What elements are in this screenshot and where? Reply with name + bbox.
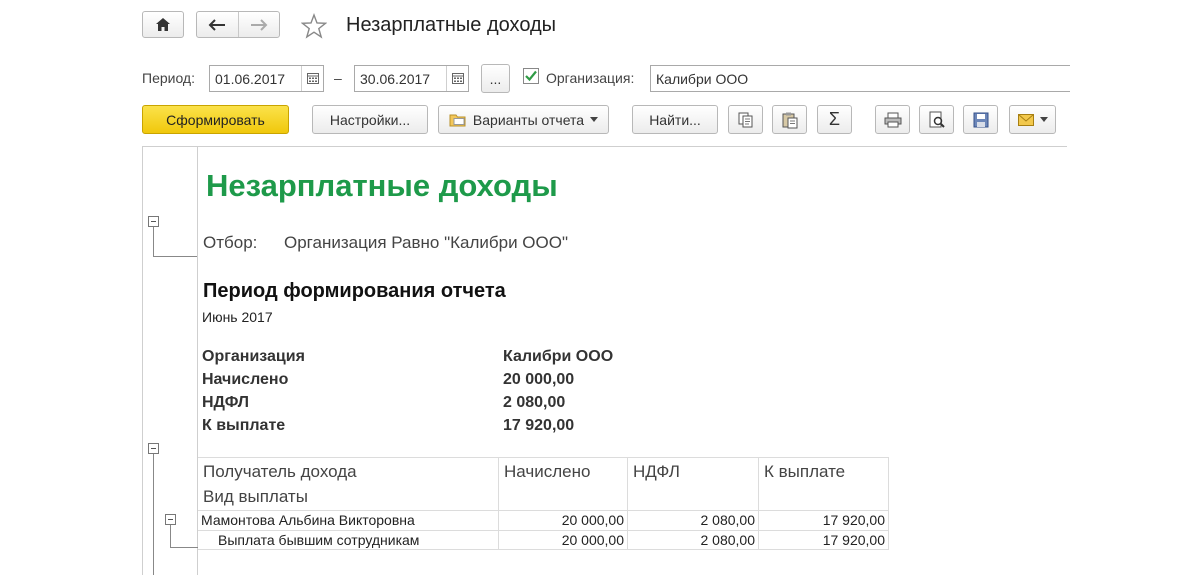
forward-button[interactable] [239, 12, 280, 37]
calendar-icon [306, 73, 319, 84]
print-preview-icon [929, 111, 945, 128]
table-grid-line [198, 549, 889, 550]
date-from-value: 01.06.2017 [215, 70, 286, 87]
row-recipient: Мамонтова Альбина Викторовна [201, 512, 415, 528]
report-variants-button[interactable]: Варианты отчета [438, 105, 609, 134]
home-icon [156, 18, 170, 31]
find-button[interactable]: Найти... [632, 105, 718, 134]
dropdown-arrow-icon [1039, 117, 1048, 122]
filter-value: Организация Равно "Калибри ООО" [284, 233, 569, 252]
period-select-button[interactable]: ... [481, 64, 510, 93]
period-dash: – [334, 70, 342, 86]
copy-icon [738, 112, 752, 127]
paste-button[interactable] [772, 105, 807, 134]
summary-value-payout: 17 920,00 [503, 417, 575, 434]
calendar-from-button[interactable] [301, 66, 323, 91]
print-button[interactable] [875, 105, 910, 134]
collapse-group-2-icon[interactable] [148, 443, 159, 454]
filter-label: Отбор: [203, 233, 258, 252]
period-label: Период: [142, 70, 195, 86]
table-grid-line [198, 530, 889, 531]
period-heading: Период формирования отчета [203, 280, 506, 302]
org-checkbox[interactable] [523, 68, 539, 84]
summary-value-ndfl: 2 080,00 [503, 394, 566, 411]
row-1-line [170, 525, 171, 547]
row-accrued: 20 000,00 [561, 512, 624, 528]
summary-value-accrued: 20 000,00 [503, 371, 575, 388]
save-button[interactable] [963, 105, 998, 134]
col-header-accrued: Начислено [504, 462, 591, 481]
date-to-value: 30.06.2017 [360, 70, 431, 87]
date-from-field[interactable]: 01.06.2017 [209, 65, 324, 92]
summary-value-org: Калибри ООО [503, 348, 614, 365]
back-button[interactable] [197, 12, 239, 37]
row-ndfl: 2 080,00 [700, 512, 756, 528]
col-header-ndfl: НДФЛ [633, 462, 680, 481]
col-subheader-payment-type: Вид выплаты [203, 487, 308, 506]
row-1-line-h [170, 547, 198, 548]
dropdown-arrow-icon [590, 117, 599, 122]
table-grid-line [198, 457, 889, 458]
send-email-button[interactable] [1009, 105, 1056, 134]
report-top-border [142, 146, 1067, 147]
preview-button[interactable] [919, 105, 954, 134]
report-variants-label: Варианты отчета [472, 111, 585, 128]
folder-icon [449, 114, 466, 127]
report-left-border [142, 146, 143, 575]
group-1-line [153, 227, 154, 256]
sum-icon: Σ [828, 109, 841, 129]
report-title: Незарплатные доходы [206, 168, 558, 203]
row-payment-type: Выплата бывшим сотрудникам [218, 532, 420, 548]
settings-button[interactable]: Настройки... [312, 105, 428, 134]
checkmark-icon [525, 70, 537, 82]
home-button[interactable] [142, 11, 184, 38]
printer-icon [884, 112, 901, 127]
date-to-field[interactable]: 30.06.2017 [354, 65, 469, 92]
envelope-icon [1017, 113, 1034, 126]
org-label: Организация: [546, 70, 635, 86]
row-ndfl: 2 080,00 [700, 532, 756, 548]
save-icon [973, 112, 988, 127]
summary-label-payout: К выплате [202, 417, 286, 434]
window-title: Незарплатные доходы [346, 14, 557, 36]
copy-button[interactable] [728, 105, 763, 134]
summary-label-ndfl: НДФЛ [202, 394, 250, 411]
sum-button[interactable]: Σ [817, 105, 852, 134]
arrow-left-icon [208, 18, 226, 31]
row-payout: 17 920,00 [822, 512, 885, 528]
col-header-recipient: Получатель дохода [203, 462, 357, 481]
calendar-icon [451, 73, 464, 84]
paste-icon [782, 112, 797, 128]
summary-label-accrued: Начислено [202, 371, 289, 388]
table-grid-line [198, 510, 889, 511]
org-field[interactable]: Калибри ООО [650, 65, 1070, 92]
col-header-payout: К выплате [764, 462, 846, 481]
collapse-row-1-icon[interactable] [165, 514, 176, 525]
row-accrued: 20 000,00 [561, 532, 624, 548]
table-grid-line [888, 457, 889, 549]
calendar-to-button[interactable] [446, 66, 468, 91]
org-value: Калибри ООО [656, 70, 749, 87]
generate-button[interactable]: Сформировать [142, 105, 289, 134]
group-2-line [153, 454, 154, 575]
favorite-star-icon[interactable] [301, 13, 327, 39]
summary-label-org: Организация [202, 348, 305, 365]
group-1-line-h [153, 256, 197, 257]
nav-buttons [196, 11, 280, 38]
row-payout: 17 920,00 [822, 532, 885, 548]
collapse-group-1-icon[interactable] [148, 216, 159, 227]
period-value: Июнь 2017 [202, 309, 273, 325]
arrow-right-icon [250, 18, 268, 31]
